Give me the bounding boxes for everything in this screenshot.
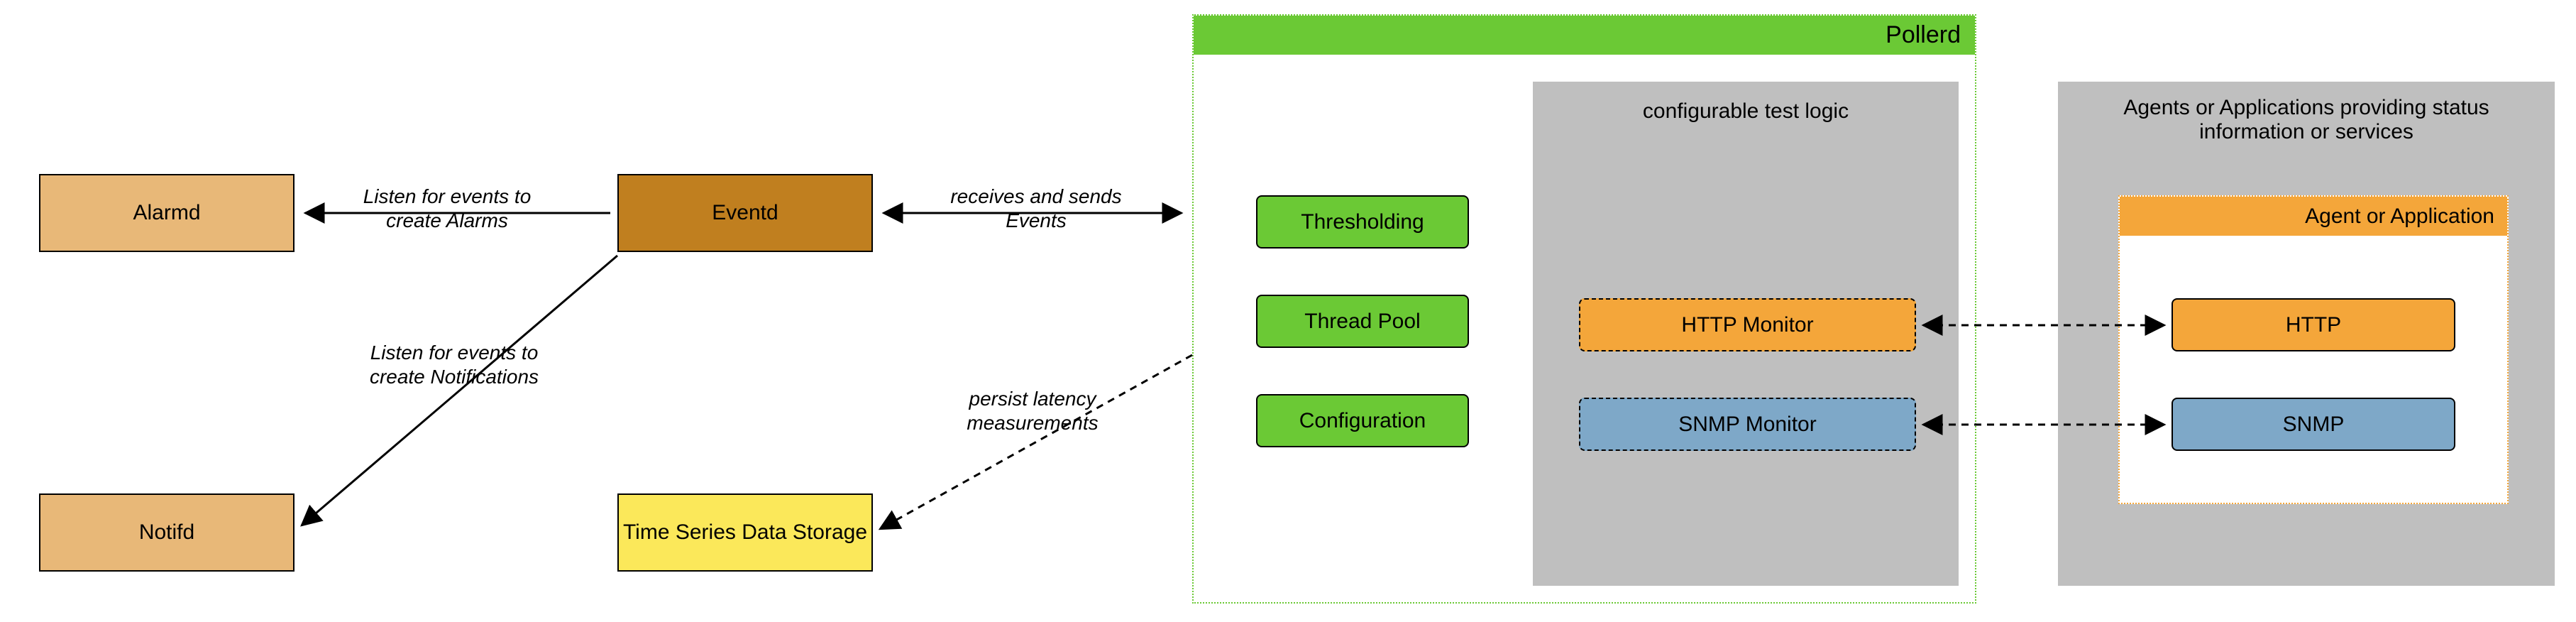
threadpool-box: Thread Pool <box>1256 295 1469 348</box>
http-monitor-label: HTTP Monitor <box>1681 312 1813 338</box>
configuration-box: Configuration <box>1256 394 1469 447</box>
eventd-label: Eventd <box>712 200 778 226</box>
tsds-box: Time Series Data Storage <box>617 493 873 572</box>
edge-eventd-notifd <box>302 256 617 525</box>
snmp-monitor-label: SNMP Monitor <box>1678 412 1817 437</box>
alarms-edge-label: Listen for events to create Alarms <box>341 185 554 232</box>
pollerd-title: Pollerd <box>1886 21 1961 49</box>
threadpool-label: Thread Pool <box>1304 309 1420 334</box>
http-monitor-box: HTTP Monitor <box>1579 298 1916 351</box>
alarmd-box: Alarmd <box>39 174 295 252</box>
agent-app-title-bar: Agent or Application <box>2120 197 2507 236</box>
tsds-label: Time Series Data Storage <box>623 520 867 545</box>
alarmd-label: Alarmd <box>133 200 200 226</box>
agent-app-title: Agent or Application <box>2305 204 2494 229</box>
pollerd-title-bar: Pollerd <box>1194 16 1975 55</box>
eventd-box: Eventd <box>617 174 873 252</box>
configurable-title: configurable test logic <box>1533 99 1959 124</box>
thresholding-label: Thresholding <box>1301 209 1424 235</box>
agents-title: Agents or Applications providing status … <box>2079 96 2533 144</box>
thresholding-box: Thresholding <box>1256 195 1469 249</box>
configuration-label: Configuration <box>1299 408 1426 434</box>
snmp-box: SNMP <box>2172 398 2455 451</box>
snmp-label: SNMP <box>2283 412 2345 437</box>
persist-edge-label: persist latency measurements <box>930 387 1135 435</box>
receives-edge-label: receives and sends Events <box>923 185 1150 232</box>
snmp-monitor-box: SNMP Monitor <box>1579 398 1916 451</box>
notifd-box: Notifd <box>39 493 295 572</box>
notifications-edge-label: Listen for events to create Notification… <box>341 341 568 388</box>
notifd-label: Notifd <box>139 520 194 545</box>
edge-pollerd-tsds <box>880 355 1192 529</box>
http-box: HTTP <box>2172 298 2455 351</box>
http-label: HTTP <box>2286 312 2341 338</box>
